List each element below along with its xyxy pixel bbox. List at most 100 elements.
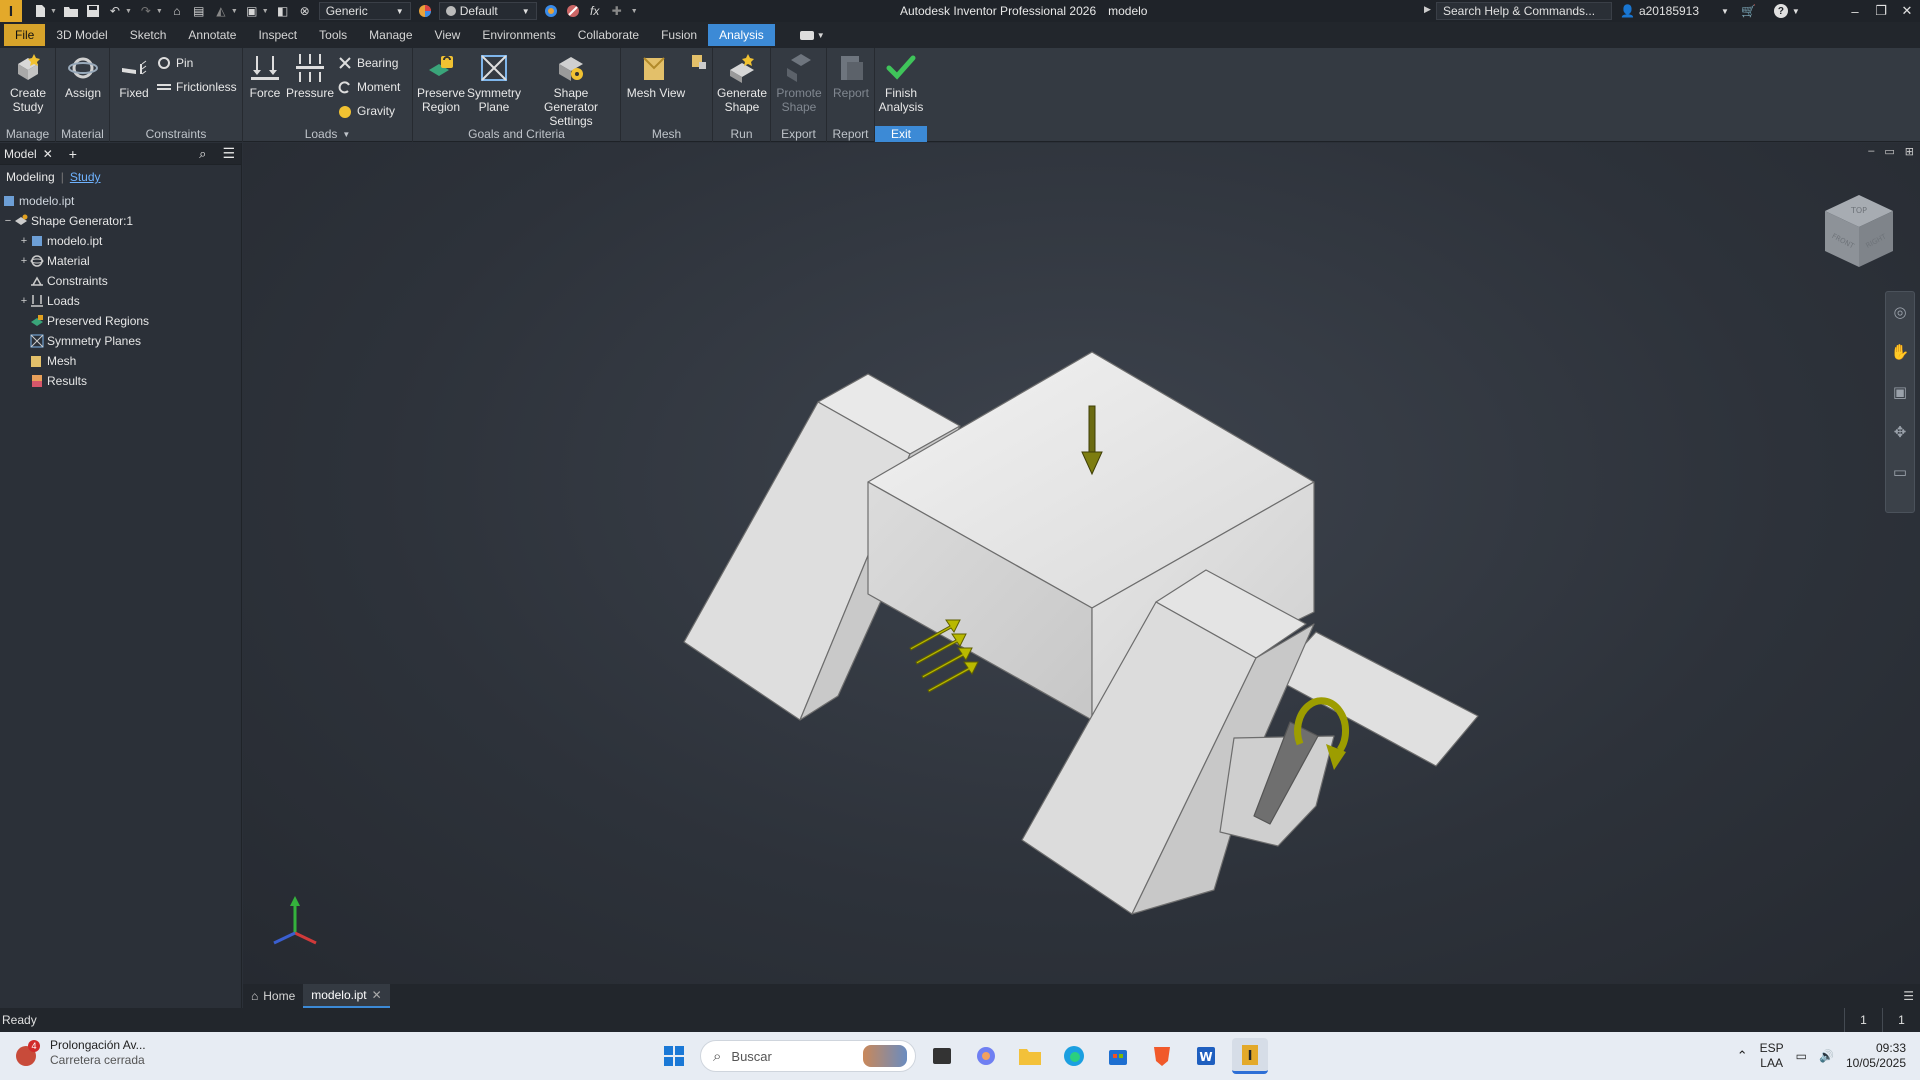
new-dropdown-icon[interactable]: ▼ — [50, 8, 57, 15]
undo-dropdown-icon[interactable]: ▼ — [125, 8, 132, 15]
redo-icon[interactable]: ↷ — [138, 4, 154, 18]
undo-icon[interactable]: ↶ — [107, 4, 123, 18]
help-icon[interactable]: ? — [1773, 4, 1788, 18]
symmetry-plane-button[interactable]: Symmetry Plane — [467, 52, 521, 114]
tab-modeling[interactable]: Modeling — [6, 170, 55, 184]
mesh-view-button[interactable]: Mesh View — [625, 52, 687, 100]
tab-study[interactable]: Study — [70, 170, 101, 184]
tree-root[interactable]: modelo.ipt — [0, 191, 241, 211]
fx-parameters-icon[interactable]: fx — [587, 4, 603, 18]
cart-icon[interactable]: 🛒 — [1741, 4, 1756, 18]
user-account[interactable]: 👤 a20185913 ▼ 🛒 ? ▼ — [1620, 0, 1800, 22]
open-folder-icon[interactable] — [63, 4, 79, 18]
tab-collaborate[interactable]: Collaborate — [567, 24, 650, 46]
tree-node-modelo[interactable]: + modelo.ipt — [0, 231, 241, 251]
bearing-button[interactable]: Bearing — [337, 54, 398, 72]
model-render[interactable] — [243, 143, 1920, 984]
search-expand-icon[interactable]: ▶ — [1424, 4, 1431, 15]
update-icon[interactable]: ▤ — [191, 4, 207, 18]
appearance-clear-icon[interactable]: ⊗ — [297, 4, 313, 18]
material-select[interactable]: Generic ▼ — [318, 2, 411, 20]
document-tab-modelo[interactable]: modelo.ipt ✕ — [303, 984, 390, 1008]
mesh-settings-icon[interactable] — [691, 54, 707, 70]
home-tab[interactable]: ⌂ Home — [243, 984, 303, 1008]
inventor-taskbar-icon[interactable]: I — [1232, 1038, 1268, 1074]
select-dropdown-icon[interactable]: ▼ — [231, 8, 238, 15]
print-icon[interactable]: ▣ — [244, 4, 260, 18]
edge-browser-icon[interactable] — [1056, 1038, 1092, 1074]
assign-button[interactable]: Assign — [62, 52, 104, 100]
tree-node-material[interactable]: + Material — [0, 251, 241, 271]
appearance-select[interactable]: Default ▼ — [438, 2, 537, 20]
new-file-icon[interactable] — [32, 4, 48, 18]
tree-node-symmetry-planes[interactable]: Symmetry Planes — [0, 331, 241, 351]
tab-3d-model[interactable]: 3D Model — [45, 24, 118, 46]
volume-icon[interactable]: 🔊 — [1819, 1049, 1834, 1063]
restore-icon[interactable]: ❐ — [1868, 0, 1894, 22]
force-button[interactable]: Force — [245, 52, 285, 100]
tree-node-mesh[interactable]: Mesh — [0, 351, 241, 371]
tree-node-shape-generator[interactable]: − Shape Generator:1 — [0, 211, 241, 231]
collapse-icon[interactable]: − — [2, 215, 14, 227]
report-button[interactable]: Report — [831, 52, 871, 100]
add-icon[interactable]: ✚ — [609, 4, 625, 18]
moment-button[interactable]: Moment — [337, 78, 400, 96]
tab-manage[interactable]: Manage — [358, 24, 423, 46]
language-indicator[interactable]: ESP LAA — [1760, 1041, 1784, 1071]
inventor-logo-icon[interactable]: I — [0, 0, 22, 22]
gravity-button[interactable]: Gravity — [337, 102, 395, 120]
menu-icon[interactable]: ☰ — [222, 145, 235, 162]
task-view-icon[interactable] — [924, 1038, 960, 1074]
expand-icon[interactable]: + — [18, 295, 30, 307]
word-icon[interactable]: W — [1188, 1038, 1224, 1074]
network-icon[interactable]: ▭ — [1796, 1049, 1807, 1063]
close-icon[interactable]: ✕ — [43, 147, 53, 161]
save-icon[interactable] — [85, 4, 101, 18]
loads-panel-title[interactable]: Loads ▼ — [243, 126, 412, 142]
search-icon[interactable]: ⌕ — [199, 146, 206, 162]
tree-node-constraints[interactable]: Constraints — [0, 271, 241, 291]
expand-icon[interactable]: + — [18, 235, 30, 247]
brave-browser-icon[interactable] — [1144, 1038, 1180, 1074]
tab-environments[interactable]: Environments — [471, 24, 566, 46]
tab-analysis[interactable]: Analysis — [708, 24, 775, 46]
tab-file[interactable]: File — [4, 24, 46, 46]
tab-model[interactable]: Model — [4, 147, 37, 161]
add-tab-icon[interactable]: + — [69, 146, 77, 162]
select-mode-icon[interactable]: ◭ — [213, 4, 229, 18]
tab-inspect[interactable]: Inspect — [247, 24, 308, 46]
taskbar-search-input[interactable]: ⌕ Buscar — [700, 1040, 916, 1072]
promote-shape-button[interactable]: Promote Shape — [775, 52, 823, 114]
graphics-viewport[interactable]: – ▭ ⊞ TOP FRONT RIGHT ◎ ✋ ▣ ✥ ▭ — [243, 143, 1920, 984]
clock[interactable]: 09:33 10/05/2025 — [1846, 1041, 1906, 1071]
preserve-region-button[interactable]: Preserve Region — [416, 52, 466, 114]
news-widget[interactable]: 4 Prolongación Av... Carretera cerrada — [16, 1038, 146, 1068]
tab-annotate[interactable]: Annotate — [177, 24, 247, 46]
share-icon[interactable]: ◧ — [275, 4, 291, 18]
clear-appearance-icon[interactable] — [565, 4, 581, 18]
finish-analysis-button[interactable]: Finish Analysis — [877, 52, 925, 114]
pin-button[interactable]: Pin — [156, 54, 193, 72]
create-study-button[interactable]: Create Study — [6, 52, 50, 114]
home-icon[interactable]: ⌂ — [169, 4, 185, 18]
file-explorer-icon[interactable] — [1012, 1038, 1048, 1074]
tree-node-preserved-regions[interactable]: Preserved Regions — [0, 311, 241, 331]
store-icon[interactable] — [1100, 1038, 1136, 1074]
print-dropdown-icon[interactable]: ▼ — [262, 8, 269, 15]
expand-icon[interactable]: + — [18, 255, 30, 267]
fixed-button[interactable]: Fixed — [114, 52, 154, 100]
tree-node-loads[interactable]: + Loads — [0, 291, 241, 311]
shape-generator-settings-button[interactable]: Shape Generator Settings — [525, 52, 617, 128]
customize-dropdown-icon[interactable]: ▼ — [631, 8, 638, 15]
chevron-up-icon[interactable]: ⌃ — [1737, 1048, 1748, 1064]
copilot-icon[interactable] — [968, 1038, 1004, 1074]
windows-start-icon[interactable] — [656, 1038, 692, 1074]
close-icon[interactable]: ✕ — [372, 988, 382, 1002]
tab-fusion[interactable]: Fusion — [650, 24, 708, 46]
tab-view[interactable]: View — [424, 24, 472, 46]
tab-tools[interactable]: Tools — [308, 24, 358, 46]
tab-sketch[interactable]: Sketch — [119, 24, 178, 46]
adjust-appearance-icon[interactable] — [543, 4, 559, 18]
help-search-input[interactable]: Search Help & Commands... — [1436, 2, 1612, 20]
close-icon[interactable]: ✕ — [1894, 0, 1920, 22]
